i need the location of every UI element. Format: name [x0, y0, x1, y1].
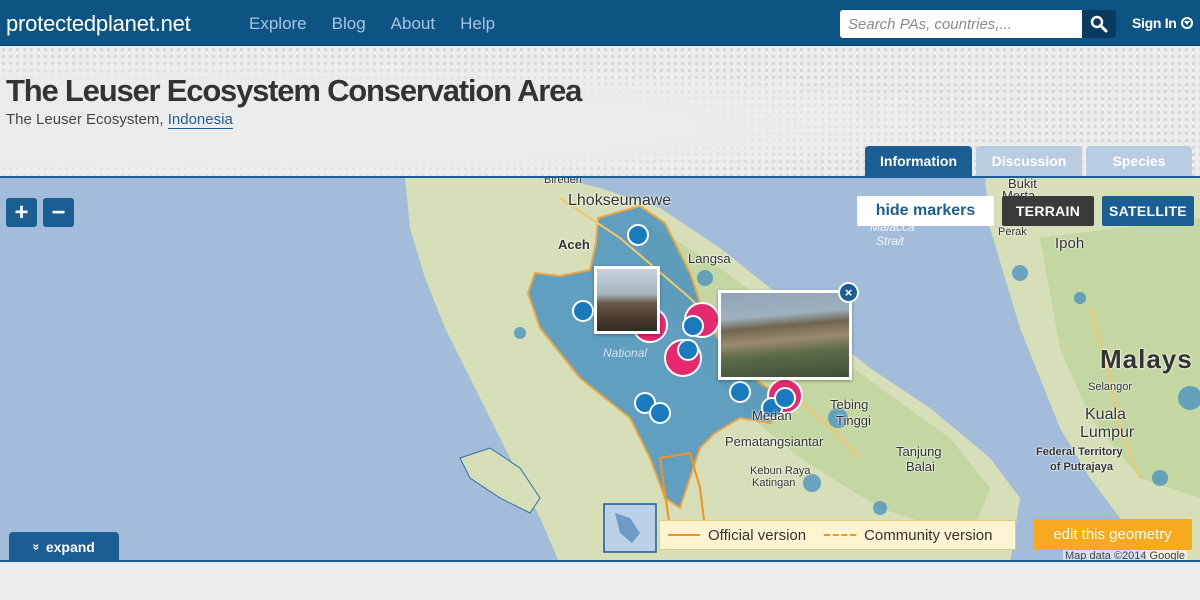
map-label: Strait — [876, 234, 905, 248]
nav-about[interactable]: About — [391, 14, 435, 34]
satellite-button[interactable]: SATELLITE — [1102, 196, 1194, 226]
map-label: Katingan — [752, 477, 796, 489]
expand-button[interactable]: » expand — [9, 532, 119, 560]
map-label: Tinggi — [836, 413, 871, 428]
search-icon — [1090, 15, 1108, 33]
hide-markers-button[interactable]: hide markers — [857, 196, 994, 226]
map-label: Malays — [1100, 344, 1193, 374]
signin-button[interactable]: Sign In — [1132, 15, 1193, 31]
map-view[interactable]: Bireuen Lhokseumawe Aceh Langsa National… — [0, 176, 1200, 562]
photo-thumbnail[interactable] — [718, 290, 852, 380]
map-label: Perak — [998, 226, 1027, 238]
map-label: Balai — [906, 459, 935, 474]
tab-information[interactable]: Information — [865, 146, 972, 176]
nav-blog[interactable]: Blog — [332, 14, 366, 34]
map-label: Aceh — [558, 237, 590, 252]
map-label: Bireuen — [544, 176, 582, 186]
map-legend: Official version Community version — [659, 520, 1016, 550]
map-label: Tebing — [830, 397, 869, 412]
legend-community: Community version — [864, 526, 993, 544]
community-dash-swatch — [824, 534, 857, 536]
official-line-swatch — [668, 534, 700, 536]
terrain-button[interactable]: TERRAIN — [1002, 196, 1094, 226]
legend-official: Official version — [708, 526, 807, 544]
page-subtitle: The Leuser Ecosystem, Indonesia — [6, 111, 233, 129]
close-icon[interactable]: × — [838, 282, 859, 303]
expand-label: expand — [45, 539, 95, 555]
tab-bar: Information Discussion Species — [865, 146, 1192, 176]
map-label: Lumpur — [1080, 424, 1135, 441]
top-navbar: protectedplanet.net Explore Blog About H… — [0, 0, 1200, 46]
zoom-out-button[interactable]: − — [43, 198, 74, 227]
country-link[interactable]: Indonesia — [167, 111, 233, 129]
nav-explore[interactable]: Explore — [249, 14, 307, 34]
map-label: Kebun Raya — [750, 465, 811, 477]
tab-discussion[interactable]: Discussion — [976, 146, 1082, 176]
map-label: of Putrajaya — [1050, 461, 1113, 473]
map-label: Pematangsiantar — [725, 434, 824, 449]
map-label: Federal Territory — [1036, 446, 1123, 458]
expand-icon: » — [29, 543, 44, 551]
map-label: Kuala — [1085, 406, 1126, 423]
subtitle-text: The Leuser Ecosystem, — [6, 111, 168, 128]
zoom-in-button[interactable]: + — [6, 198, 37, 227]
search-input[interactable] — [840, 10, 1082, 38]
nav-help[interactable]: Help — [460, 14, 495, 34]
page-title: The Leuser Ecosystem Conservation Area — [6, 73, 582, 108]
map-label: Selangor — [1088, 381, 1133, 393]
map-label: Lhokseumawe — [568, 192, 672, 209]
photo-thumbnail[interactable] — [594, 266, 660, 334]
page-header: The Leuser Ecosystem Conservation Area T… — [0, 46, 1200, 176]
map-label: National — [603, 346, 648, 360]
edit-geometry-button[interactable]: edit this geometry — [1033, 519, 1192, 550]
map-label: Ipoh — [1055, 235, 1085, 252]
crater-lake-photo — [721, 293, 849, 377]
search-button[interactable] — [1082, 10, 1116, 38]
map-label: Tanjung — [896, 444, 942, 459]
main-nav: Explore Blog About Help — [249, 14, 495, 34]
chevron-down-icon — [1180, 17, 1193, 29]
mountain-photo — [597, 269, 657, 331]
map-label: Langsa — [688, 251, 731, 266]
tab-species[interactable]: Species — [1086, 146, 1192, 176]
map-label: Medan — [752, 408, 792, 423]
map-copyright: Map data ©2014 Google — [1063, 550, 1188, 562]
signin-label: Sign In — [1132, 15, 1177, 31]
site-logo[interactable]: protectedplanet.net — [6, 11, 191, 37]
